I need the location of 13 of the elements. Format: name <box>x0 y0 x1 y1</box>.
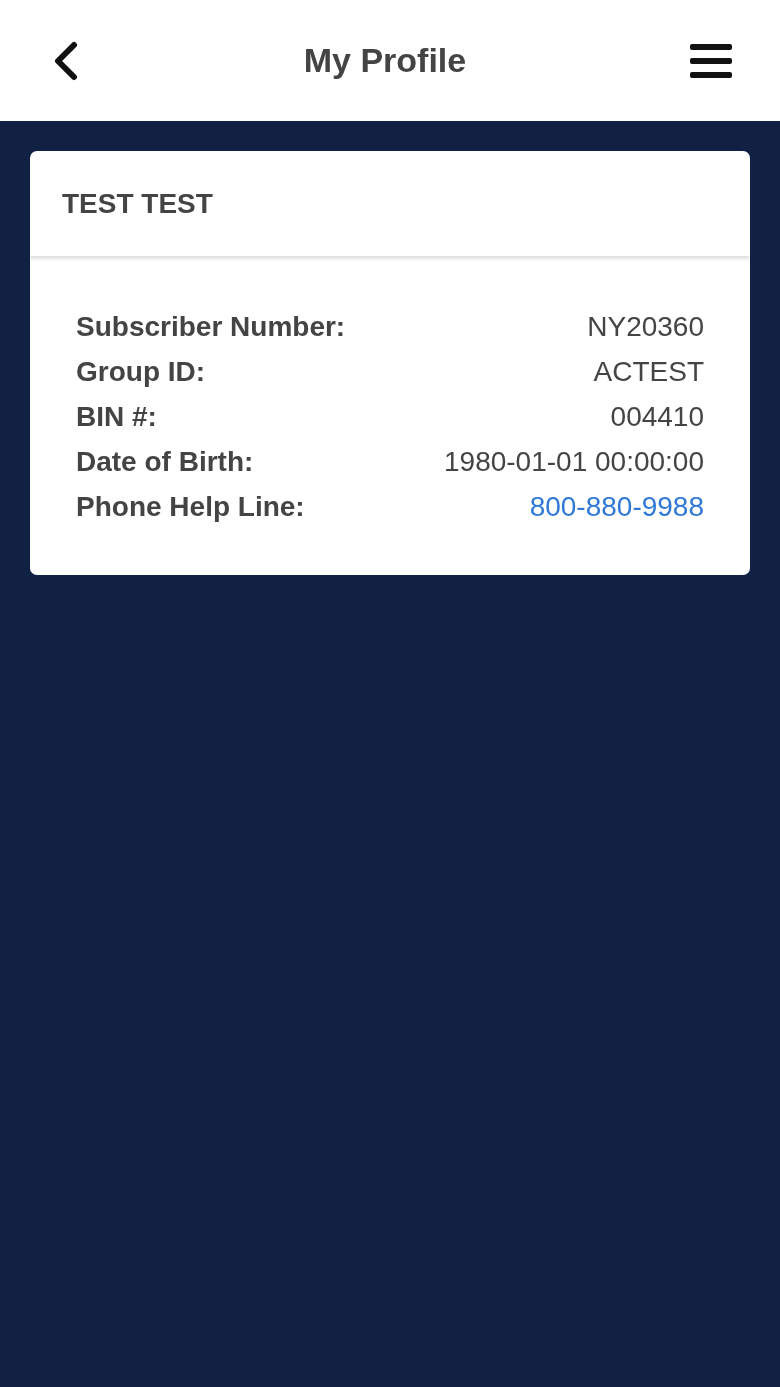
profile-name: TEST TEST <box>62 187 213 220</box>
field-label: Date of Birth: <box>76 445 254 478</box>
field-value: ACTEST <box>593 355 704 388</box>
field-label: Subscriber Number: <box>76 310 346 343</box>
page-title: My Profile <box>303 41 467 80</box>
field-value: 004410 <box>610 400 704 433</box>
menu-button[interactable] <box>690 42 732 79</box>
field-label: Phone Help Line: <box>76 490 305 523</box>
field-value: 1980-01-01 00:00:00 <box>444 445 704 478</box>
field-label: BIN #: <box>76 400 157 433</box>
field-value: NY20360 <box>587 310 704 343</box>
field-label: Group ID: <box>76 355 206 388</box>
phone-link[interactable]: 800-880-9988 <box>529 490 704 523</box>
